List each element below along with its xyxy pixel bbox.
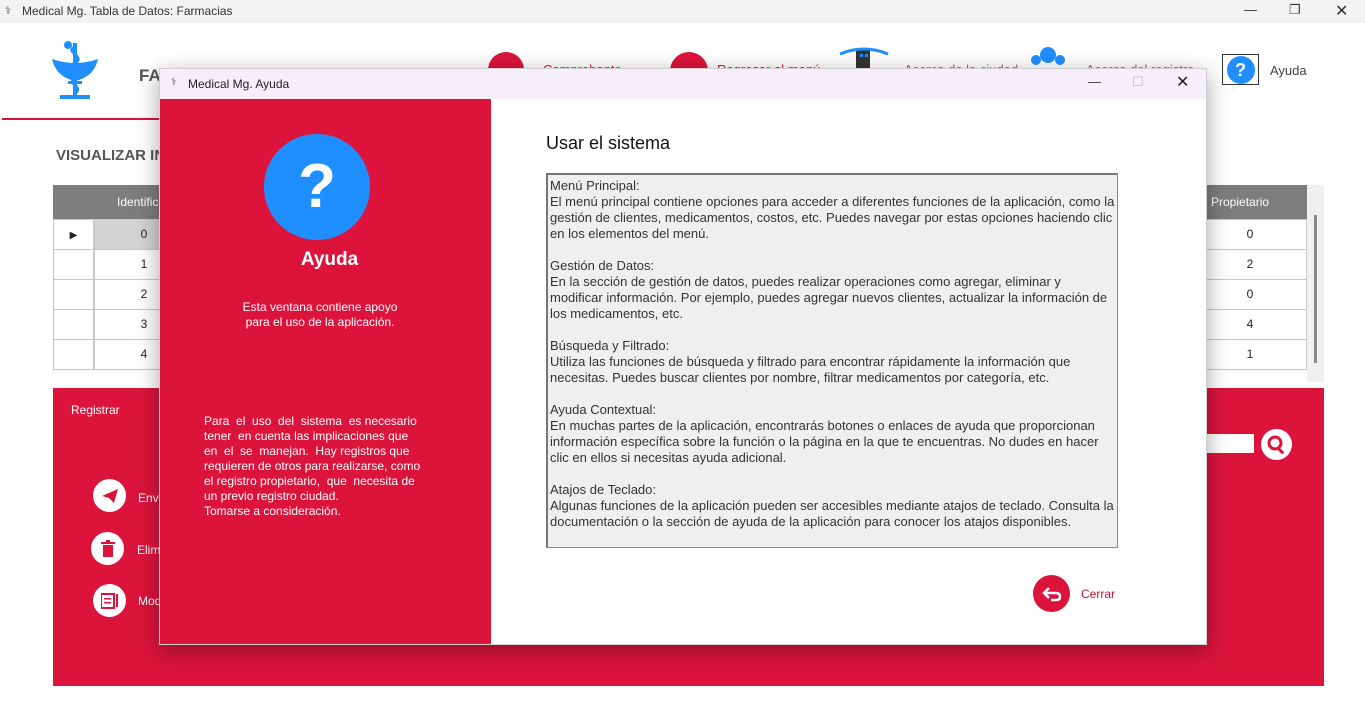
row-selector[interactable] xyxy=(53,309,94,340)
help-heading: Ayuda xyxy=(300,249,359,270)
table-cell-propietario[interactable]: 0 xyxy=(1193,279,1307,310)
search-icon xyxy=(1267,435,1284,454)
minimize-button[interactable]: — xyxy=(1244,2,1257,17)
usage-heading: Usar el sistema xyxy=(546,133,671,153)
edit-button[interactable] xyxy=(93,584,126,617)
trash-icon xyxy=(100,540,115,557)
send-button[interactable] xyxy=(93,479,126,512)
pharmacy-logo-icon xyxy=(46,37,104,101)
row-selector[interactable]: ▶ xyxy=(53,219,94,250)
dialog-app-icon: ⚕ xyxy=(171,77,177,88)
nav-city-icon[interactable] xyxy=(838,46,890,70)
help-section-busqueda: Búsqueda y Filtrado: Utiliza las funcion… xyxy=(550,338,1071,385)
edit-icon xyxy=(100,592,118,609)
row-selector[interactable] xyxy=(53,249,94,280)
column-header-propietario[interactable]: Propietario xyxy=(1211,195,1269,209)
nav-help-label[interactable]: Ayuda xyxy=(1270,63,1307,78)
help-section-atajos: Atajos de Teclado: Algunas funciones de … xyxy=(550,482,1114,529)
table-scrollbar[interactable] xyxy=(1307,185,1324,382)
send-icon xyxy=(101,488,118,503)
dialog-title: Medical Mg. Ayuda xyxy=(188,77,290,91)
row-selector[interactable] xyxy=(53,339,94,370)
close-dialog-button[interactable] xyxy=(1033,575,1070,612)
help-icon: ? xyxy=(1226,55,1255,84)
scrollbar-thumb[interactable] xyxy=(1314,215,1317,363)
row-selector[interactable] xyxy=(53,279,94,310)
help-dialog: ⚕ Medical Mg. Ayuda — ☐ ✕ ? Ayuda Esta v… xyxy=(159,68,1207,645)
table-cell-propietario[interactable]: 1 xyxy=(1193,339,1307,370)
help-section-menu: Menú Principal: El menú principal contie… xyxy=(550,178,1115,241)
help-section-contextual: Ayuda Contextual: En muchas partes de la… xyxy=(550,402,1099,465)
dialog-close-button[interactable]: ✕ xyxy=(1176,72,1189,92)
nav-help-button[interactable]: ? xyxy=(1222,54,1259,85)
row-indicator-icon: ▶ xyxy=(69,230,78,241)
table-cell-propietario[interactable]: 4 xyxy=(1193,309,1307,340)
help-notes: Para el uso del sistema es necesario ten… xyxy=(204,414,421,518)
dialog-title-bar: ⚕ Medical Mg. Ayuda — ☐ ✕ xyxy=(160,69,1206,99)
help-left-panel: ? Ayuda Esta ventana contiene apoyo para… xyxy=(160,99,491,644)
app-icon: ⚕ xyxy=(5,5,11,17)
close-dialog-label[interactable]: Cerrar xyxy=(1081,587,1115,601)
help-text-area[interactable]: Menú Principal: El menú principal contie… xyxy=(546,173,1118,548)
nav-registro-users-icon[interactable] xyxy=(1030,46,1066,70)
dialog-minimize-button[interactable]: — xyxy=(1088,74,1101,89)
help-large-icon: ? xyxy=(264,134,370,240)
restore-button[interactable]: ❐ xyxy=(1289,2,1301,18)
help-description: Esta ventana contiene apoyo para el uso … xyxy=(242,300,398,329)
delete-button[interactable] xyxy=(91,532,124,565)
search-input[interactable] xyxy=(1204,434,1254,453)
table-cell-propietario[interactable]: 2 xyxy=(1193,249,1307,280)
header-divider xyxy=(2,118,160,120)
dialog-maximize-button[interactable]: ☐ xyxy=(1132,74,1144,90)
help-section-gestion: Gestión de Datos: En la sección de gesti… xyxy=(550,258,1108,321)
search-button[interactable] xyxy=(1261,429,1292,460)
main-title-bar: ⚕ Medical Mg. Tabla de Datos: Farmacias … xyxy=(0,0,1365,23)
main-window-title: Medical Mg. Tabla de Datos: Farmacias xyxy=(22,4,233,18)
back-arrow-icon xyxy=(1041,586,1061,601)
registrar-heading: Registrar xyxy=(71,403,120,417)
close-button[interactable]: ✕ xyxy=(1335,1,1348,21)
table-cell-propietario[interactable]: 0 xyxy=(1193,219,1307,250)
